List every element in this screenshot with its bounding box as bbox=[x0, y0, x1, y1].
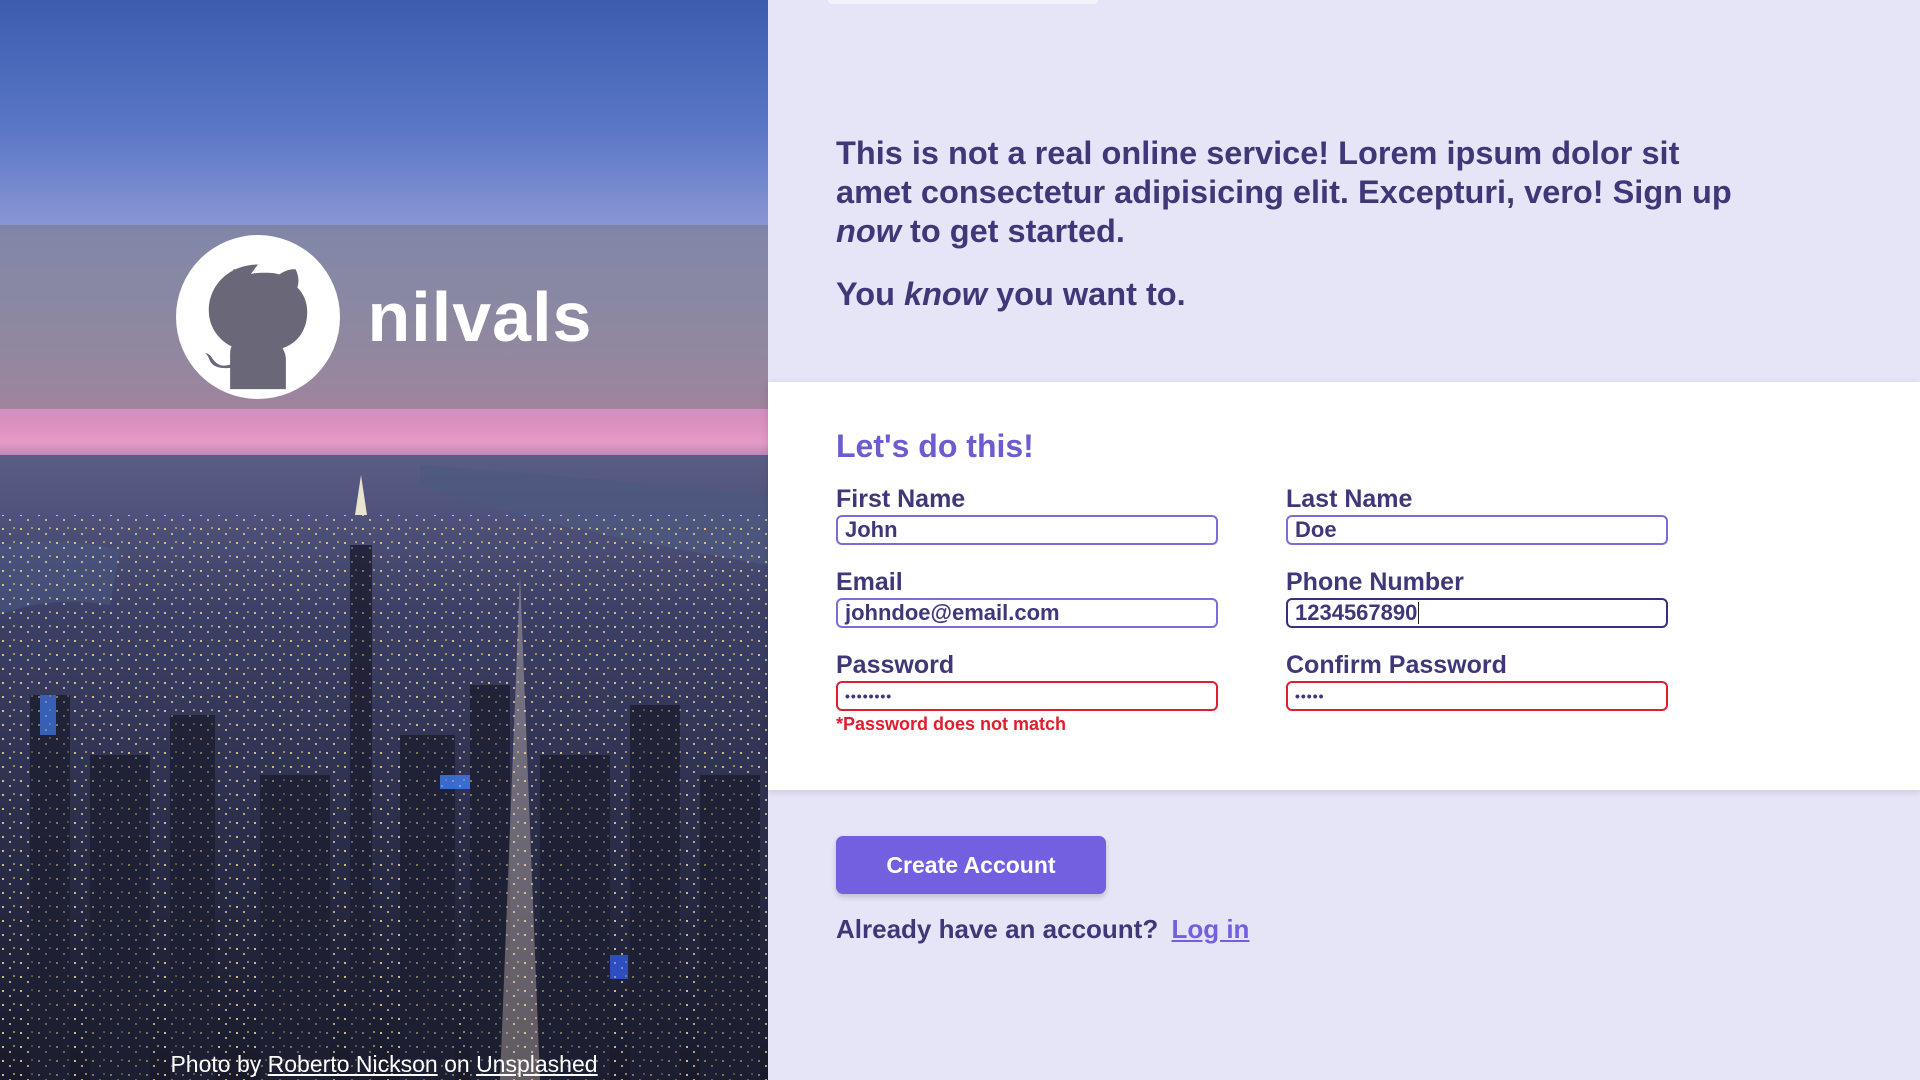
first-name-input[interactable]: John bbox=[836, 515, 1218, 545]
signup-form: Let's do this! First Name John Last Name… bbox=[768, 382, 1920, 790]
last-name-label: Last Name bbox=[1286, 485, 1413, 513]
intro-paragraph-1: This is not a real online service! Lorem… bbox=[836, 135, 1732, 249]
credit-prefix: Photo by bbox=[170, 1051, 262, 1077]
credit-middle: on bbox=[444, 1051, 470, 1077]
phone-field: Phone Number 1234567890 bbox=[1286, 568, 1670, 628]
last-name-input[interactable]: Doe bbox=[1286, 515, 1668, 545]
login-prompt: Already have an account? Log in bbox=[836, 914, 1249, 945]
top-decoration bbox=[828, 0, 1098, 4]
text-caret bbox=[1418, 602, 1420, 624]
first-name-label: First Name bbox=[836, 485, 966, 513]
password-error-message: *Password does not match bbox=[836, 714, 1067, 734]
photo-credit: Photo by Roberto Nickson on Unsplashed bbox=[0, 1051, 768, 1078]
city-skyline-photo bbox=[0, 455, 768, 1080]
login-link[interactable]: Log in bbox=[1171, 914, 1249, 944]
signup-page: nilvals Photo by Roberto Nickson on Unsp… bbox=[0, 0, 1920, 1080]
brand-name: nilvals bbox=[367, 278, 593, 356]
github-octocat-icon bbox=[175, 235, 340, 399]
confirm-password-field: Confirm Password ••••• bbox=[1286, 651, 1670, 711]
login-prompt-text: Already have an account? bbox=[836, 914, 1159, 944]
phone-label: Phone Number bbox=[1286, 568, 1464, 596]
intro-text: This is not a real online service! Lorem… bbox=[836, 134, 1756, 314]
create-account-button[interactable]: Create Account bbox=[836, 836, 1106, 894]
credit-author-link[interactable]: Roberto Nickson bbox=[268, 1051, 438, 1077]
signup-side: This is not a real online service! Lorem… bbox=[768, 0, 1920, 1080]
email-input[interactable]: johndoe@email.com bbox=[836, 598, 1218, 628]
email-label: Email bbox=[836, 568, 903, 596]
brand-banner: nilvals bbox=[0, 225, 768, 409]
hero-panel: nilvals Photo by Roberto Nickson on Unsp… bbox=[0, 0, 768, 1080]
credit-site-link[interactable]: Unsplashed bbox=[476, 1051, 597, 1077]
confirm-password-input[interactable]: ••••• bbox=[1286, 681, 1668, 711]
phone-input[interactable]: 1234567890 bbox=[1286, 598, 1668, 628]
password-field: Password •••••••• *Password does not mat… bbox=[836, 651, 1220, 735]
password-label: Password bbox=[836, 651, 955, 679]
last-name-field: Last Name Doe bbox=[1286, 485, 1670, 545]
password-input[interactable]: •••••••• bbox=[836, 681, 1218, 711]
confirm-password-label: Confirm Password bbox=[1286, 651, 1507, 679]
form-title: Let's do this! bbox=[836, 428, 1034, 464]
first-name-field: First Name John bbox=[836, 485, 1220, 545]
email-field: Email johndoe@email.com bbox=[836, 568, 1220, 628]
intro-paragraph-2: You know you want to. bbox=[836, 276, 1186, 312]
